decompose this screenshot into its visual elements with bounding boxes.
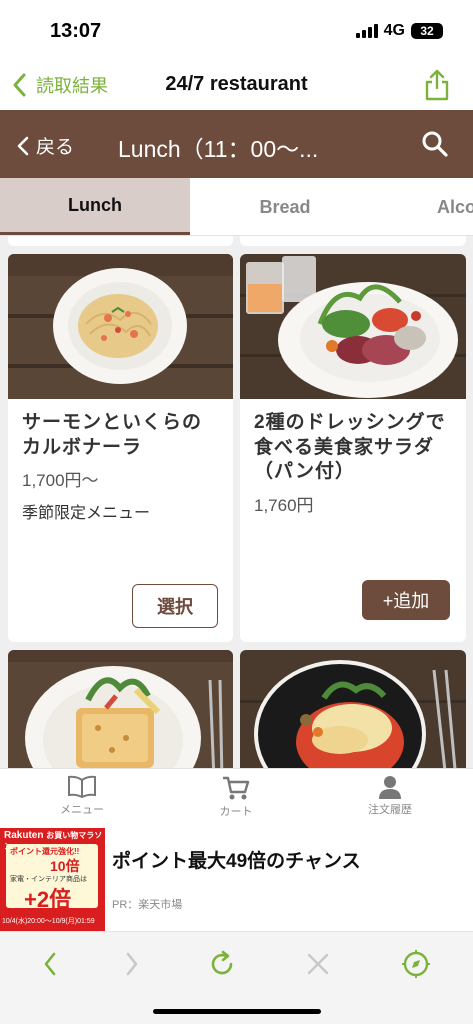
menu-item-name-line2: 食べる美食家サラダ [254,436,435,458]
menu-item-info: 2種のドレッシングで 食べる美食家サラダ （パン付） 1,760円 [240,399,466,528]
chevron-left-icon [44,952,56,976]
menu-item-name-line3: （パン付） [254,461,355,483]
reload-button[interactable] [202,944,242,984]
ad-period: 10/4(水)20:00〜10/9(月)01:59 [2,918,95,925]
menu-item-price: 1,700円〜 [22,471,99,491]
menu-item-price: 1,760円 [254,496,314,516]
app-header: 読取結果 24/7 restaurant [0,60,473,110]
menu-item-info: サーモンといくらの カルボナーラ 1,700円〜 季節限定メニュー [8,399,233,535]
compass-button[interactable] [396,944,436,984]
cart-icon [223,776,250,800]
menu-grid[interactable]: サーモンといくらの カルボナーラ 1,700円〜 季節限定メニュー 選択 2種の… [0,236,473,768]
ad-multiplier: 10倍 [50,858,80,874]
menu-card[interactable] [8,650,233,768]
chevron-left-icon [17,136,29,155]
category-nav-bar: 戻る Lunch（11：00〜... [0,110,473,178]
menu-item-name-line2: カルボナーラ [22,436,143,458]
menu-item-image [240,650,466,768]
menu-card[interactable]: 2種のドレッシングで 食べる美食家サラダ （パン付） 1,760円 +追加 [240,254,466,642]
tab-bread[interactable]: Bread [190,178,380,235]
ad-plus: +2倍 [24,887,72,912]
share-button[interactable] [423,68,451,107]
ad-title[interactable]: ポイント最大49倍のチャンス [112,846,361,873]
add-button[interactable]: +追加 [362,580,450,620]
search-button[interactable] [421,130,449,163]
menu-card[interactable]: サーモンといくらの カルボナーラ 1,700円〜 季節限定メニュー 選択 [8,254,233,642]
close-button[interactable] [298,944,338,984]
ad-banner[interactable]: Rakuten お買い物マラソン ポイント還元強化!! 10倍 家電・インテリア… [0,828,473,931]
browser-forward-button[interactable] [112,944,152,984]
select-button[interactable]: 選択 [132,584,218,628]
ad-pr-label: PR：楽天市場 [112,899,183,911]
menu-item-name-line1: サーモンといくらの [22,412,203,433]
bottom-tab-history-label: 注文履歴 [368,804,412,816]
card-above-left [8,236,233,246]
menu-item-image [8,254,233,399]
browser-back-button[interactable] [30,944,70,984]
battery-icon: 32 [411,23,443,39]
bottom-tab-cart-label: カート [219,806,253,818]
bottom-tab-cart[interactable]: カート [176,775,296,819]
menu-item-name: 2種のドレッシングで 食べる美食家サラダ （パン付） [254,411,452,485]
search-icon [422,131,448,157]
book-icon [68,775,96,799]
status-indicators: 4G 32 [355,22,443,40]
category-title: Lunch（11：00〜... [118,136,319,162]
compass-icon [402,950,430,978]
network-type: 4G [383,22,405,39]
ad-brand: Rakuten [4,830,44,841]
bottom-tab-menu[interactable]: メニュー [22,775,142,817]
bottom-tab-history[interactable]: 注文履歴 [330,775,450,817]
page-title: 24/7 restaurant [165,73,308,95]
status-bar: 13:07 4G 32 [0,0,473,60]
ad-image[interactable]: Rakuten お買い物マラソン ポイント還元強化!! 10倍 家電・インテリア… [0,828,105,931]
nav-back-label: 戻る [36,137,75,158]
home-indicator [153,1009,321,1014]
tab-lunch[interactable]: Lunch [0,178,190,235]
person-icon [379,776,401,799]
share-icon [425,69,449,101]
chevron-right-icon [126,952,138,976]
menu-item-note: 季節限定メニュー [22,505,151,523]
close-icon [307,953,329,975]
bottom-tab-menu-label: メニュー [60,804,104,816]
card-above-right [240,236,466,246]
nav-back-button[interactable]: 戻る [16,132,74,159]
reload-icon [211,950,233,975]
status-time: 13:07 [50,20,102,42]
bottom-tab-bar: メニュー カート 注文履歴 [0,768,473,828]
menu-item-image [240,254,466,399]
signal-icon [355,24,378,38]
menu-item-image [8,650,233,768]
menu-item-name-line1: 2種のドレッシングで [254,412,446,433]
category-tabs: Lunch Bread Alco [0,178,473,236]
tab-alcohol[interactable]: Alco [437,178,473,235]
menu-item-name: サーモンといくらの カルボナーラ [22,411,219,460]
menu-card[interactable] [240,650,466,768]
browser-toolbar [0,931,473,1024]
